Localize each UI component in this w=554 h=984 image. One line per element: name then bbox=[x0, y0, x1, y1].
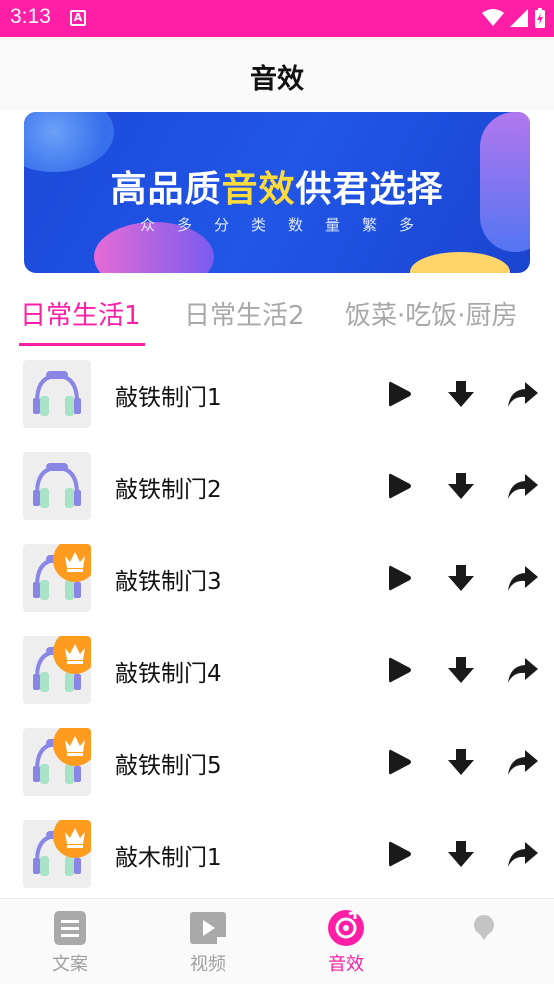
nav-item-sound-effects[interactable]: 音效 bbox=[296, 907, 396, 977]
tab-daily-life-2[interactable]: 日常生活2 bbox=[184, 295, 305, 332]
video-icon bbox=[189, 909, 227, 947]
document-icon bbox=[51, 909, 89, 947]
category-tabs: 日常生活1 日常生活2 饭菜·吃饭·厨房 bbox=[0, 283, 554, 346]
signal-icon bbox=[510, 9, 528, 27]
headphones-icon bbox=[23, 820, 91, 888]
download-button[interactable] bbox=[443, 652, 479, 688]
sound-list-item[interactable]: 敲铁制门1 bbox=[0, 348, 554, 440]
share-button[interactable] bbox=[505, 560, 541, 596]
notification-icon: A bbox=[70, 10, 86, 26]
sound-list-item[interactable]: 敲铁制门5 bbox=[0, 716, 554, 808]
sound-title: 敲铁制门4 bbox=[115, 661, 222, 687]
status-icons bbox=[482, 6, 546, 30]
download-button[interactable] bbox=[443, 836, 479, 872]
nav-label: 文案 bbox=[52, 954, 88, 975]
nav-label: 音效 bbox=[328, 954, 364, 975]
sound-list-item[interactable]: 敲木制门1 bbox=[0, 808, 554, 900]
premium-crown-icon bbox=[53, 820, 91, 858]
play-button[interactable] bbox=[382, 652, 418, 688]
headphones-icon bbox=[23, 452, 91, 520]
sound-list-item[interactable]: 敲铁制门3 bbox=[0, 532, 554, 624]
download-button[interactable] bbox=[443, 744, 479, 780]
headphones-icon bbox=[23, 544, 91, 612]
page-title: 音效 bbox=[250, 64, 304, 95]
share-button[interactable] bbox=[505, 744, 541, 780]
premium-crown-icon bbox=[53, 544, 91, 582]
sound-title: 敲木制门1 bbox=[115, 845, 222, 871]
nav-label: 视频 bbox=[190, 954, 226, 975]
play-button[interactable] bbox=[382, 468, 418, 504]
download-button[interactable] bbox=[443, 560, 479, 596]
sound-title: 敲铁制门1 bbox=[115, 385, 222, 411]
promo-banner[interactable]: 高品质音效供君选择 众多分类数量繁多 bbox=[24, 112, 530, 273]
profile-icon bbox=[465, 909, 503, 947]
play-button[interactable] bbox=[382, 560, 418, 596]
share-button[interactable] bbox=[505, 468, 541, 504]
share-button[interactable] bbox=[505, 836, 541, 872]
headphones-icon bbox=[23, 636, 91, 704]
active-tab-indicator bbox=[19, 343, 145, 346]
music-disc-icon bbox=[327, 909, 365, 947]
share-button[interactable] bbox=[505, 376, 541, 412]
premium-crown-icon bbox=[53, 636, 91, 674]
share-button[interactable] bbox=[505, 652, 541, 688]
banner-title-part: 供君选择 bbox=[295, 169, 444, 210]
bottom-nav: 文案 视频 音效 bbox=[0, 898, 554, 984]
sound-list-item[interactable]: 敲铁制门4 bbox=[0, 624, 554, 716]
battery-icon bbox=[535, 8, 545, 28]
play-button[interactable] bbox=[382, 836, 418, 872]
play-button[interactable] bbox=[382, 376, 418, 412]
sound-title: 敲铁制门3 bbox=[115, 569, 222, 595]
nav-item-profile[interactable] bbox=[434, 907, 534, 977]
premium-crown-icon bbox=[53, 728, 91, 766]
tab-daily-life-1[interactable]: 日常生活1 bbox=[20, 295, 141, 332]
headphones-icon bbox=[23, 728, 91, 796]
sound-title: 敲铁制门2 bbox=[115, 477, 222, 503]
app-header: 音效 bbox=[0, 37, 554, 111]
banner-title: 高品质音效供君选择 bbox=[24, 160, 530, 212]
status-bar: 3:13 A bbox=[0, 0, 554, 37]
banner-decoration bbox=[410, 252, 510, 273]
banner-subtitle: 众多分类数量繁多 bbox=[139, 216, 436, 234]
sound-title: 敲铁制门5 bbox=[115, 753, 222, 779]
wifi-icon bbox=[482, 9, 504, 26]
play-button[interactable] bbox=[382, 744, 418, 780]
download-button[interactable] bbox=[443, 468, 479, 504]
nav-item-video[interactable]: 视频 bbox=[158, 907, 258, 977]
banner-title-highlight: 音效 bbox=[221, 169, 296, 210]
nav-item-copywriting[interactable]: 文案 bbox=[20, 907, 120, 977]
headphones-icon bbox=[23, 360, 91, 428]
sound-list-item[interactable]: 敲铁制门2 bbox=[0, 440, 554, 532]
download-button[interactable] bbox=[443, 376, 479, 412]
status-time: 3:13 bbox=[10, 5, 51, 28]
banner-title-part: 高品质 bbox=[110, 169, 222, 210]
tab-food-kitchen[interactable]: 饭菜·吃饭·厨房 bbox=[345, 295, 518, 332]
